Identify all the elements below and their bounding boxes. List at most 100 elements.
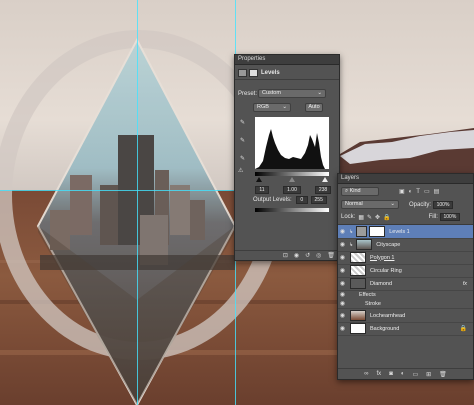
view-previous-icon[interactable]: ◉ (294, 252, 299, 259)
clipping-warning-icon[interactable]: ⚠ (238, 167, 243, 174)
trash-icon[interactable]: 🗑 (327, 252, 335, 259)
black-eyedropper-icon[interactable]: ✎ (240, 119, 245, 126)
properties-footer: ⊡ ◉ ↺ ◎ 🗑 (235, 250, 339, 260)
layer-name: Background (370, 325, 400, 332)
layer-stroke-row[interactable]: ◉ Stroke (338, 299, 473, 309)
lock-image-icon[interactable]: ✎ (367, 214, 372, 221)
properties-panel: Properties Levels Preset: Custom ⌄ RGB ⌄ A… (234, 54, 340, 261)
eye-icon[interactable]: ◉ (338, 267, 347, 274)
levels-adjustment-icon (238, 69, 247, 77)
layers-panel: Layers ⌕ Kind ▣ ◐ T ▭ ▤ Normal ⌄ Opacity:… (337, 173, 474, 380)
lock-icon: 🔒 (459, 326, 467, 332)
add-mask-icon[interactable]: ◙ (389, 371, 393, 377)
layer-thumbnail (350, 252, 366, 263)
filter-shape-icon[interactable]: ▭ (424, 188, 430, 195)
layer-row-levels-1[interactable]: ◉ ↳ Levels 1 (338, 225, 473, 239)
filter-smart-icon[interactable]: ▤ (434, 188, 440, 195)
layer-row-diamond[interactable]: ◉ Diamond fx (338, 277, 473, 291)
auto-button[interactable]: Auto (305, 103, 323, 112)
filter-type-icon[interactable]: T (416, 189, 420, 195)
filter-kind-value: Kind (349, 188, 361, 194)
opacity-label: Opacity: (409, 201, 432, 208)
blend-row: Normal ⌄ Opacity: 100% (341, 200, 454, 209)
lock-all-icon[interactable]: 🔒 (383, 214, 390, 221)
output-levels-label: Output Levels: (253, 197, 292, 203)
chevron-down-icon: ⌄ (317, 90, 322, 96)
output-levels-row: Output Levels: 0 255 (253, 196, 327, 204)
add-style-icon[interactable]: fx (377, 371, 382, 377)
eye-icon[interactable]: ◉ (338, 254, 347, 261)
layer-thumbnail (350, 310, 366, 321)
eye-icon[interactable]: ◉ (338, 300, 347, 307)
input-values-row: 11 1.00 238 (255, 186, 331, 194)
input-white-slider[interactable] (322, 177, 328, 182)
vertical-guide[interactable] (137, 0, 138, 405)
adjustment-header: Levels (238, 69, 280, 77)
input-black-slider[interactable] (256, 177, 262, 182)
white-eyedropper-icon[interactable]: ✎ (240, 155, 245, 162)
output-black-field[interactable]: 0 (295, 196, 308, 204)
layer-thumbnail (350, 278, 366, 289)
layer-thumbnail (350, 323, 366, 334)
input-gamma-field[interactable]: 1.00 (283, 186, 301, 194)
chevron-down-icon: ⌄ (390, 201, 395, 207)
layer-mask-icon (249, 69, 258, 77)
eye-icon[interactable]: ◉ (338, 241, 347, 248)
filter-kind-select[interactable]: ⌕ Kind (341, 187, 379, 196)
visibility-toggle-icon[interactable]: ◎ (316, 252, 321, 259)
layer-thumbnail (356, 239, 373, 250)
channel-row: RGB ⌄ Auto (253, 103, 323, 112)
blend-mode-select[interactable]: Normal ⌄ (341, 200, 399, 209)
trash-icon[interactable]: 🗑 (439, 371, 447, 378)
eye-icon[interactable]: ◉ (338, 312, 347, 319)
preset-value: Custom (262, 90, 281, 96)
output-white-field[interactable]: 255 (310, 196, 327, 204)
preset-select[interactable]: Custom ⌄ (258, 89, 326, 98)
gray-eyedropper-icon[interactable]: ✎ (240, 137, 245, 144)
input-levels-gradient (255, 172, 329, 176)
layer-row-lochearnhead[interactable]: ◉ Lochearnhead (338, 309, 473, 323)
clipping-arrow-icon: ↳ (349, 241, 354, 248)
layer-name: Cityscape (376, 241, 401, 248)
layer-effects-row[interactable]: ◉ Effects (338, 290, 473, 299)
preset-row: Preset: Custom ⌄ (238, 89, 326, 98)
input-black-field[interactable]: 11 (255, 186, 269, 194)
levels-histogram (255, 117, 329, 169)
layers-tab[interactable]: Layers (338, 174, 473, 184)
output-levels-gradient (255, 208, 329, 212)
stroke-label: Stroke (365, 300, 381, 307)
fx-badge[interactable]: fx (463, 281, 467, 287)
filter-pixel-icon[interactable]: ▣ (399, 188, 405, 195)
layer-name: Levels 1 (389, 228, 410, 235)
properties-tab[interactable]: Properties (235, 55, 339, 65)
new-layer-icon[interactable]: ⊞ (426, 371, 431, 378)
eye-icon[interactable]: ◉ (338, 280, 347, 287)
input-white-field[interactable]: 238 (315, 186, 331, 194)
layer-name: Lochearnhead (370, 312, 406, 319)
lock-position-icon[interactable]: ✥ (375, 214, 380, 221)
eye-icon[interactable]: ◉ (338, 291, 347, 298)
layer-row-cityscape[interactable]: ◉ ↳ Cityscape (338, 238, 473, 252)
channel-select[interactable]: RGB ⌄ (253, 103, 291, 112)
eye-icon[interactable]: ◉ (338, 228, 347, 235)
clip-to-layer-icon[interactable]: ⊡ (283, 252, 288, 259)
opacity-field[interactable]: 100% (433, 200, 454, 209)
eye-icon[interactable]: ◉ (338, 325, 347, 332)
new-adjustment-icon[interactable]: ◐ (401, 371, 405, 377)
layers-list: ◉ ↳ Levels 1 ◉ ↳ Cityscape ◉ Polygon 1 ◉… (338, 224, 473, 365)
layer-row-circular-ring[interactable]: ◉ Circular Ring (338, 264, 473, 278)
layer-row-polygon-1[interactable]: ◉ Polygon 1 (338, 251, 473, 265)
input-gamma-slider[interactable] (289, 177, 295, 182)
layers-footer: ∞ fx ◙ ◐ ▭ ⊞ 🗑 (338, 368, 473, 379)
filter-adjustment-icon[interactable]: ◐ (409, 189, 413, 195)
mask-thumbnail (369, 226, 386, 237)
link-layers-icon[interactable]: ∞ (364, 371, 368, 377)
reset-icon[interactable]: ↺ (305, 252, 310, 259)
adjustment-title: Levels (261, 70, 280, 76)
lock-transparent-icon[interactable]: ▦ (358, 214, 364, 221)
layer-row-background[interactable]: ◉ Background 🔒 (338, 322, 473, 336)
fill-field[interactable]: 100% (439, 213, 460, 221)
preset-label: Preset: (238, 90, 258, 97)
new-group-icon[interactable]: ▭ (412, 371, 418, 378)
effects-label: Effects (359, 291, 376, 298)
